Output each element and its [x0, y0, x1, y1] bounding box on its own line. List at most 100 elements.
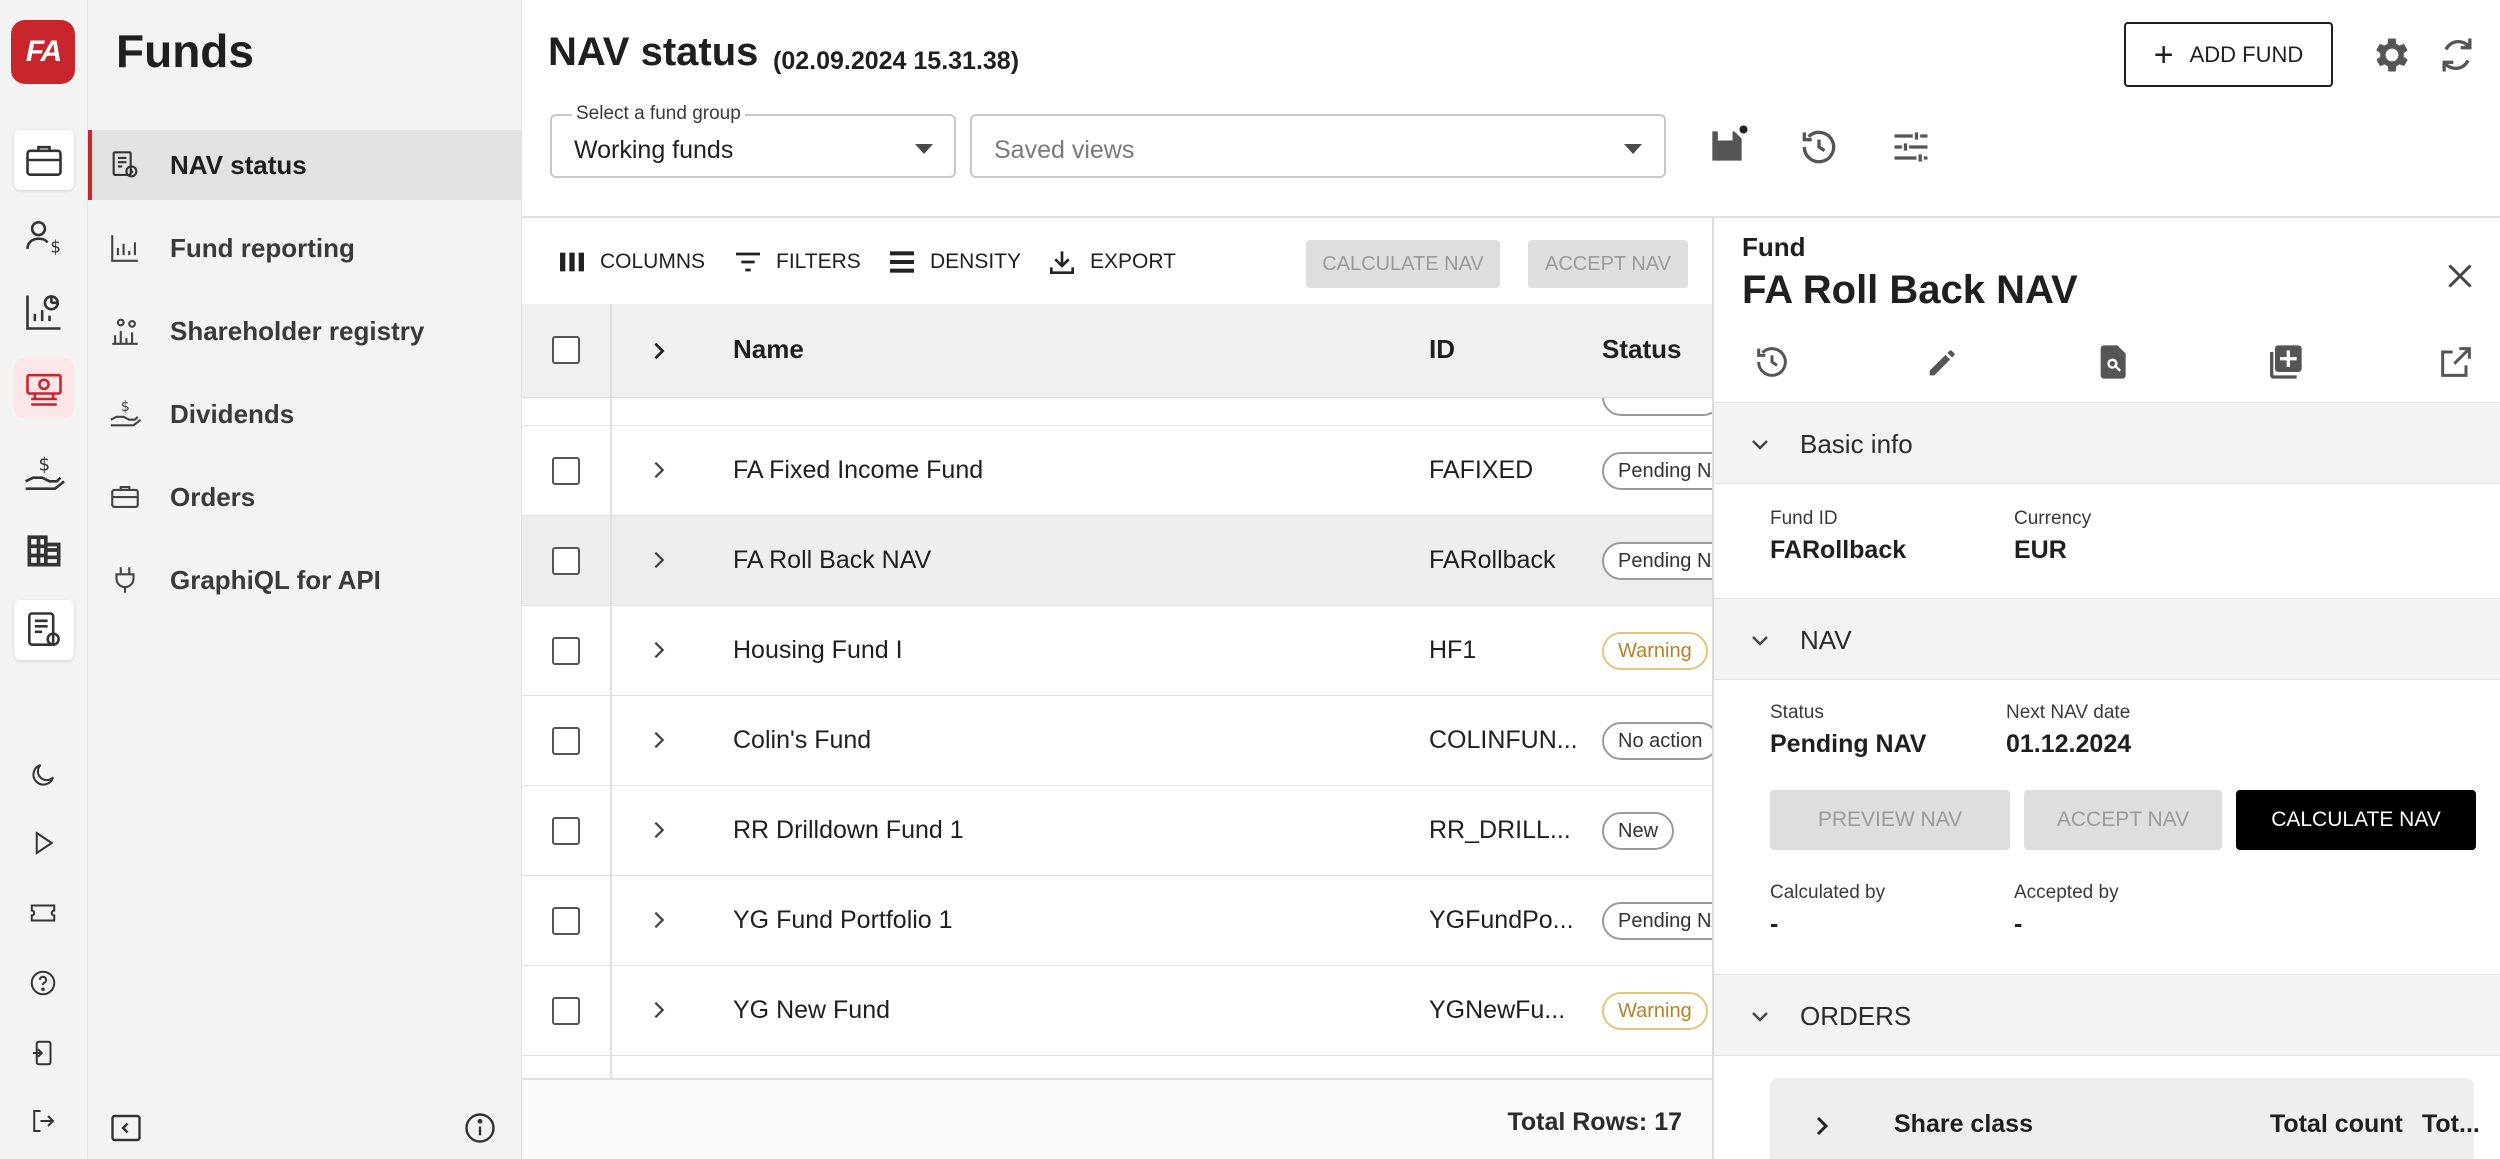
sidebar-item-label: GraphiQL for API	[170, 564, 381, 595]
accept-nav-button[interactable]: ACCEPT NAV	[2024, 790, 2222, 850]
reports-chart-icon[interactable]	[14, 282, 74, 342]
row-checkbox[interactable]	[552, 727, 580, 755]
density-button[interactable]: DENSITY	[886, 246, 1021, 278]
grid-header: Name ID Status	[522, 304, 1712, 398]
column-header-total-count[interactable]: Total count	[2270, 1110, 2403, 1139]
row-checkbox[interactable]	[552, 547, 580, 575]
chevron-down-icon	[1752, 440, 1768, 450]
table-row[interactable]: Housing Fund I HF1 Warning	[522, 606, 1712, 696]
table-row-selected[interactable]: FA Roll Back NAV FARollback Pending NAV	[522, 516, 1712, 606]
orders-section-header[interactable]: ORDERS	[1714, 974, 2500, 1056]
fund-group-select[interactable]: Select a fund group Working funds	[550, 103, 956, 178]
chevron-right-icon[interactable]	[648, 729, 670, 751]
chevron-right-icon[interactable]	[1810, 1114, 1834, 1138]
save-view-icon[interactable]	[1705, 124, 1749, 168]
row-checkbox[interactable]	[552, 457, 580, 485]
fund-id: COLINFUN...	[1429, 726, 1578, 754]
filter-icon	[736, 252, 760, 272]
sidebar-item-shareholder-registry[interactable]: Shareholder registry	[88, 296, 522, 366]
sidebar-item-nav-status[interactable]: NAV status	[88, 130, 522, 200]
chevron-right-icon[interactable]	[648, 819, 670, 841]
mobile-device-icon[interactable]	[18, 1028, 68, 1078]
add-fund-button[interactable]: + ADD FUND	[2124, 22, 2333, 87]
svg-text:$: $	[39, 454, 51, 475]
chevron-right-icon[interactable]	[648, 639, 670, 661]
funds-money-icon[interactable]	[14, 358, 74, 418]
fund-name: YG Fund Portfolio 1	[733, 906, 953, 934]
tune-settings-icon[interactable]	[1889, 125, 1933, 169]
collapse-sidebar-icon[interactable]	[108, 1110, 144, 1146]
row-content: YG New Fund YGNewFu... Warning	[522, 966, 1712, 1056]
table-row[interactable]: Colin's Fund COLINFUN... No action	[522, 696, 1712, 786]
export-label: EXPORT	[1090, 250, 1176, 273]
building-icon[interactable]	[14, 520, 74, 580]
gear-icon[interactable]	[2370, 33, 2414, 77]
people-chart-icon	[112, 318, 138, 345]
table-row[interactable]: YG New Fund YGNewFu... Warning	[522, 966, 1712, 1056]
fund-id: YGFundPo...	[1429, 906, 1574, 934]
close-icon[interactable]	[2442, 258, 2478, 294]
fund-detail-panel: Fund FA Roll Back NAV Basic info Fund ID…	[1712, 216, 2500, 1159]
row-content: FA Fixed Income Fund FAFIXED Pending NAV	[522, 426, 1712, 516]
chevron-right-icon[interactable]	[648, 459, 670, 481]
column-header-share-class[interactable]: Share class	[1894, 1110, 2033, 1139]
sidebar-item-label: Shareholder registry	[170, 315, 425, 346]
history-icon[interactable]	[1797, 125, 1841, 169]
logout-icon[interactable]	[18, 1096, 68, 1146]
columns-button[interactable]: COLUMNS	[556, 246, 705, 278]
chevron-down-icon	[1752, 636, 1768, 646]
play-icon[interactable]	[18, 818, 68, 868]
row-checkbox[interactable]	[552, 907, 580, 935]
column-header-status[interactable]: Status	[1602, 334, 1681, 365]
export-button[interactable]: EXPORT	[1046, 246, 1176, 278]
chevron-down-icon	[915, 144, 933, 154]
fa-logo[interactable]: FA	[11, 20, 75, 84]
document-search-icon[interactable]	[2094, 342, 2134, 382]
calculated-by-label: Calculated by	[1770, 882, 1886, 903]
chevron-right-icon[interactable]	[648, 999, 670, 1021]
table-row[interactable]: YG Fund Portfolio 1 YGFundPo... Pending …	[522, 876, 1712, 966]
columns-label: COLUMNS	[600, 250, 706, 273]
calculate-nav-button[interactable]: CALCULATE NAV	[2236, 790, 2476, 850]
sidebar-item-graphiql[interactable]: GraphiQL for API	[88, 545, 522, 615]
status-chip: New	[1602, 812, 1675, 850]
expand-all-chevron-icon[interactable]	[648, 340, 670, 362]
row-checkbox[interactable]	[552, 997, 580, 1025]
filters-button[interactable]: FILTERS	[732, 246, 861, 278]
settings-document-icon[interactable]	[14, 600, 74, 660]
help-icon[interactable]	[18, 958, 68, 1008]
hand-dollar-icon[interactable]: $	[14, 444, 74, 504]
accept-nav-button-disabled[interactable]: ACCEPT NAV	[1528, 240, 1688, 288]
refresh-icon[interactable]	[2435, 33, 2479, 77]
saved-views-placeholder: Saved views	[994, 136, 1135, 164]
fund-name: Colin's Fund	[733, 726, 872, 754]
column-header-name[interactable]: Name	[733, 334, 804, 365]
table-row[interactable]: FA Fixed Income Fund FAFIXED Pending NAV	[522, 426, 1712, 516]
row-checkbox[interactable]	[552, 637, 580, 665]
chevron-right-icon[interactable]	[648, 909, 670, 931]
edit-pencil-icon[interactable]	[1923, 342, 1963, 382]
info-icon[interactable]	[462, 1110, 498, 1146]
portfolio-briefcase-icon[interactable]	[14, 130, 74, 190]
sidebar-item-orders[interactable]: Orders	[88, 462, 522, 532]
preview-nav-button[interactable]: PREVIEW NAV	[1770, 790, 2010, 850]
calculate-nav-button-disabled[interactable]: CALCULATE NAV	[1306, 240, 1500, 288]
select-all-checkbox[interactable]	[552, 336, 580, 364]
person-dollar-icon[interactable]: $	[14, 206, 74, 266]
column-header-total[interactable]: Tot...	[2422, 1110, 2480, 1139]
column-header-id[interactable]: ID	[1429, 334, 1455, 365]
ticket-icon[interactable]	[18, 888, 68, 938]
open-external-icon[interactable]	[2436, 342, 2476, 382]
chevron-right-icon[interactable]	[648, 549, 670, 571]
plus-icon: +	[2153, 35, 2174, 74]
saved-views-select[interactable]: Saved views	[970, 114, 1666, 178]
history-icon[interactable]	[1752, 342, 1792, 382]
sidebar-item-fund-reporting[interactable]: Fund reporting	[88, 213, 522, 283]
sidebar-item-dividends[interactable]: $ Dividends	[88, 379, 522, 449]
dark-mode-moon-icon[interactable]	[18, 750, 68, 800]
basic-info-section-header[interactable]: Basic info	[1714, 402, 2500, 484]
table-row[interactable]: RR Drilldown Fund 1 RR_DRILL... New	[522, 786, 1712, 876]
row-checkbox[interactable]	[552, 817, 580, 845]
nav-section-header[interactable]: NAV	[1714, 598, 2500, 680]
add-copy-icon[interactable]	[2265, 342, 2305, 382]
